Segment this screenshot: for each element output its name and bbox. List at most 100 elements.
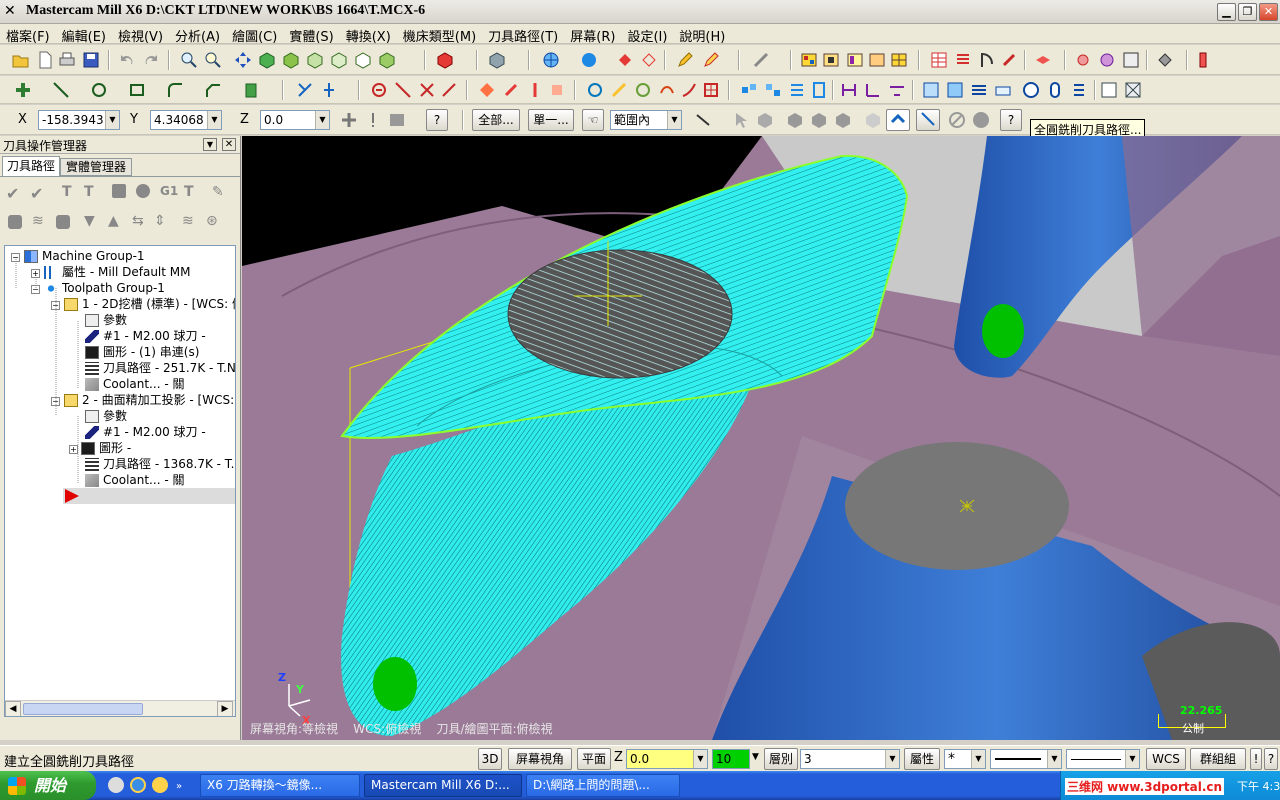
dim-c-icon[interactable] [888,81,906,99]
xform-mirror-icon[interactable] [526,81,544,99]
surface-c-icon[interactable] [970,81,988,99]
toggle-post-icon[interactable] [56,215,70,229]
menu-settings[interactable]: 設定(I) [621,24,673,47]
create-point-icon[interactable] [14,81,32,99]
z-depth-field[interactable]: 0.0 ▼ [626,749,708,769]
menu-toolpaths[interactable]: 刀具路徑(T) [482,24,564,47]
tree-node-op1-coolant[interactable]: Coolant... - 關 [85,376,184,392]
lock-icon[interactable] [8,215,22,229]
tree-node-op1-tool[interactable]: #1 - M2.00 球刀 - [85,328,206,344]
taskbar-item-explorer[interactable]: D:\網路上問的問題\... [526,774,680,797]
select-face-icon[interactable] [786,111,804,129]
move-up-icon[interactable]: ▲ [108,213,126,231]
xform-scale-icon[interactable] [548,81,566,99]
dropdown-arrow-icon[interactable]: ▼ [667,111,681,129]
quicklaunch-messenger-icon[interactable] [152,777,168,793]
verify-selection-icon[interactable] [886,109,910,131]
globe-icon[interactable] [542,51,560,69]
redo-icon[interactable] [142,51,160,69]
point-style-field[interactable]: * ▼ [944,749,986,769]
curve-icon[interactable] [978,51,996,69]
top-view-icon[interactable] [282,51,300,69]
help-button[interactable]: ? [1264,748,1278,770]
print-icon[interactable] [58,51,76,69]
dropdown-arrow-icon[interactable]: ▼ [207,111,221,129]
open-folder-icon[interactable] [12,51,30,69]
move-icon[interactable]: ⇕ [154,213,172,231]
wcs-button[interactable]: WCS [1146,748,1186,770]
insert-arrow-icon[interactable]: ⇆ [132,213,150,231]
clear-selection-icon[interactable] [948,111,966,129]
view-fit-icon[interactable] [1124,81,1142,99]
tree-node-op2-tool[interactable]: #1 - M2.00 球刀 - [85,424,206,440]
zoom-window-icon[interactable] [180,51,198,69]
help-icon[interactable]: ? [426,109,448,131]
table-icon[interactable] [930,51,948,69]
exclaim-button[interactable]: ! [1250,748,1262,770]
right-view-icon[interactable] [330,51,348,69]
delete-cross-icon[interactable] [418,81,436,99]
mode-3d-button[interactable]: 3D [478,748,502,770]
tree-node-op2[interactable]: −2 - 曲面精加工投影 - [WCS: 俯視] [51,392,235,408]
fast-point-icon[interactable] [340,111,358,129]
autocursor-settings-icon[interactable] [388,111,406,129]
select-all-ops-icon[interactable]: ✔ [6,184,24,203]
analyze-contour-icon[interactable] [680,81,698,99]
tree-node-op1-toolpath[interactable]: 刀具路徑 - 251.7K - T.NC [85,360,235,376]
material-icon[interactable] [1098,51,1116,69]
post-ops-icon[interactable]: G1 [160,184,178,202]
menu-analyze[interactable]: 分析(A) [169,24,226,47]
dim-b-icon[interactable] [864,81,882,99]
trim-icon[interactable] [296,81,314,99]
surface-a-icon[interactable] [922,81,940,99]
tree-node-op2-geometry[interactable]: + 圖形 - [69,440,131,456]
attributes-button[interactable]: 屬性 [904,748,940,770]
fit-icon[interactable] [234,51,252,69]
tree-node-op1-params[interactable]: 參數 [85,312,127,328]
grid-e-icon[interactable] [890,51,908,69]
maximize-button[interactable]: ❐ [1238,3,1257,21]
quicklaunch-more-icon[interactable]: » [176,781,182,792]
regen-all-icon[interactable]: T [62,184,80,202]
verify-op-icon[interactable] [136,184,150,198]
taskbar-item-mastercam[interactable]: Mastercam Mill X6 D:... [364,774,522,797]
menu-solids[interactable]: 實體(S) [283,24,339,47]
analyze-distance-icon[interactable] [610,81,628,99]
post-icon[interactable] [1194,51,1212,69]
wcs-cube-icon[interactable] [488,51,506,69]
fillet-icon[interactable] [166,81,184,99]
selection-help-icon[interactable]: ? [1000,109,1022,131]
undo-icon[interactable] [118,51,136,69]
scroll-thumb[interactable] [23,703,143,715]
taskbar-item-browser[interactable]: X6 刀路轉換～鏡像... [200,774,360,797]
new-file-icon[interactable] [36,51,54,69]
create-line-icon[interactable] [52,81,70,99]
surface-d-icon[interactable] [994,81,1012,99]
dropdown-arrow-icon[interactable]: ▼ [1125,750,1139,768]
tree-node-op1[interactable]: −1 - 2D挖槽 (標準) - [WCS: 俯視] [51,296,235,312]
brush-icon[interactable] [752,51,770,69]
backplot-op-icon[interactable] [112,184,126,198]
analyze-chain-icon[interactable] [658,81,676,99]
scroll-right-icon[interactable]: ▶ [217,701,233,716]
menu-xform[interactable]: 轉換(X) [340,24,397,47]
level-button[interactable]: 層別 [764,748,798,770]
insert-position-row[interactable] [63,488,235,504]
delete-line-icon[interactable] [394,81,412,99]
delete-icon[interactable] [370,81,388,99]
dropdown-arrow-icon[interactable]: ▼ [105,111,119,129]
tree-node-toolpath-group[interactable]: − Toolpath Group-1 [31,280,165,296]
delete-dup-icon[interactable] [440,81,458,99]
level-field[interactable]: 3 ▼ [800,749,900,769]
select-single-button[interactable]: 單一... [528,109,574,131]
verify-icon[interactable] [1156,51,1174,69]
dim-a-icon[interactable] [840,81,858,99]
menu-file[interactable]: 檔案(F) [0,24,56,47]
tool-manager-icon[interactable] [1076,51,1094,69]
break-icon[interactable] [320,81,338,99]
menu-help[interactable]: 說明(H) [673,24,731,47]
grid-d-icon[interactable] [868,51,886,69]
pointer-icon[interactable] [732,111,750,129]
create-rectangle-icon[interactable] [128,81,146,99]
save-icon[interactable] [82,51,100,69]
